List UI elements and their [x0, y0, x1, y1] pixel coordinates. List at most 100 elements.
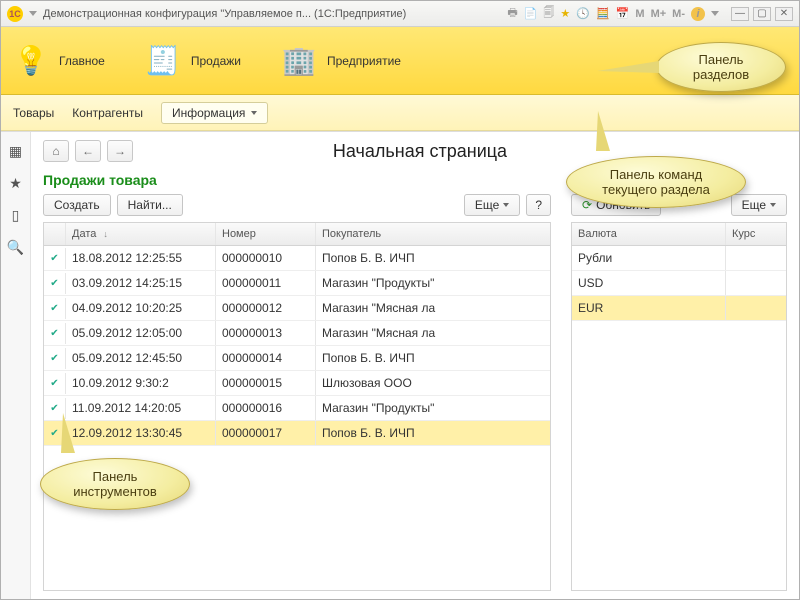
tool-icon[interactable]: 📄 [524, 7, 538, 20]
table-row[interactable]: USD [572, 271, 786, 296]
table-row[interactable]: ✔05.09.2012 12:05:00000000013Магазин "Мя… [44, 321, 550, 346]
desk-lamp-icon: 💡 [13, 43, 49, 79]
calc-icon[interactable]: 🧮 [596, 7, 610, 20]
m-plus-button[interactable]: M+ [651, 8, 667, 20]
grid-icon[interactable]: ▦ [7, 142, 25, 160]
cell-number: 000000017 [216, 421, 316, 445]
sales-panel: Продажи товара Создать Найти... Еще ? [43, 172, 551, 591]
command-info-label: Информация [172, 106, 245, 120]
row-status-icon: ✔ [44, 248, 66, 269]
tool-icon[interactable]: 🗐 [543, 4, 554, 23]
calendar-icon[interactable]: 📅 [616, 7, 630, 20]
tool-icon[interactable]: 🖶 [507, 4, 517, 23]
cell-date: 05.09.2012 12:05:00 [66, 321, 216, 345]
table-row[interactable]: ✔11.09.2012 14:20:05000000016Магазин "Пр… [44, 396, 550, 421]
clock-icon[interactable]: 🕓 [576, 7, 590, 20]
cell-rate [726, 278, 786, 288]
command-info-dropdown[interactable]: Информация [161, 102, 268, 124]
table-row[interactable]: ✔03.09.2012 14:25:15000000011Магазин "Пр… [44, 271, 550, 296]
cash-register-icon: 🧾 [145, 43, 181, 79]
minimize-button[interactable]: — [731, 7, 749, 21]
cell-buyer: Попов Б. В. ИЧП [316, 246, 550, 270]
create-button[interactable]: Создать [43, 194, 111, 216]
section-label: Главное [59, 54, 105, 68]
table-row[interactable]: ✔12.09.2012 13:30:45000000017Попов Б. В.… [44, 421, 550, 446]
sales-grid-header: Дата ↓ Номер Покупатель [44, 223, 550, 246]
help-button[interactable]: ? [526, 194, 551, 216]
section-label: Продажи [191, 54, 241, 68]
header-rate[interactable]: Курс [726, 223, 786, 245]
m-minus-button[interactable]: M- [672, 8, 685, 20]
cell-date: 03.09.2012 14:25:15 [66, 271, 216, 295]
header-currency[interactable]: Валюта [572, 223, 726, 245]
cell-number: 000000012 [216, 296, 316, 320]
find-button[interactable]: Найти... [117, 194, 183, 216]
m-button[interactable]: M [635, 8, 644, 20]
star-icon[interactable]: ★ [560, 7, 570, 20]
close-button[interactable]: ✕ [775, 7, 793, 21]
cell-buyer: Магазин "Мясная ла [316, 321, 550, 345]
table-row[interactable]: ✔05.09.2012 12:45:50000000014Попов Б. В.… [44, 346, 550, 371]
cell-date: 11.09.2012 14:20:05 [66, 396, 216, 420]
cell-buyer: Магазин "Мясная ла [316, 296, 550, 320]
section-main[interactable]: 💡 Главное [13, 43, 105, 79]
row-status-icon: ✔ [44, 373, 66, 394]
section-enterprise[interactable]: 🏢 Предприятие [281, 43, 401, 79]
app-window: 1C Демонстрационная конфигурация "Управл… [0, 0, 800, 600]
table-row[interactable]: ✔18.08.2012 12:25:55000000010Попов Б. В.… [44, 246, 550, 271]
header-buyer[interactable]: Покупатель [316, 223, 550, 245]
cell-date: 05.09.2012 12:45:50 [66, 346, 216, 370]
header-date[interactable]: Дата ↓ [66, 223, 216, 245]
table-row[interactable]: Рубли [572, 246, 786, 271]
section-panel: 💡 Главное 🧾 Продажи 🏢 Предприятие [1, 27, 799, 95]
table-row[interactable]: ✔10.09.2012 9:30:2000000015Шлюзовая ООО [44, 371, 550, 396]
cell-buyer: Шлюзовая ООО [316, 371, 550, 395]
columns: Продажи товара Создать Найти... Еще ? [43, 172, 787, 591]
refresh-button[interactable]: ⟳ Обновить [571, 194, 661, 216]
command-goods[interactable]: Товары [13, 106, 54, 120]
tool-sidebar: ▦ ★ ▯ 🔍 [1, 132, 31, 599]
maximize-button[interactable]: ▢ [753, 7, 771, 21]
table-row[interactable]: EUR [572, 296, 786, 321]
search-icon[interactable]: 🔍 [7, 238, 25, 256]
star-icon[interactable]: ★ [7, 174, 25, 192]
rates-grid-header: Валюта Курс [572, 223, 786, 246]
row-status-icon: ✔ [44, 323, 66, 344]
window-controls: — ▢ ✕ [731, 7, 793, 21]
titlebar: 1C Демонстрационная конфигурация "Управл… [1, 1, 799, 27]
home-button[interactable]: ⌂ [43, 140, 69, 162]
section-sales[interactable]: 🧾 Продажи [145, 43, 241, 79]
nav-row: ⌂ ← → Начальная страница [43, 140, 787, 162]
command-panel: Товары Контрагенты Информация [1, 95, 799, 131]
cell-number: 000000014 [216, 346, 316, 370]
row-status-icon: ✔ [44, 423, 66, 444]
sales-title: Продажи товара [43, 172, 551, 188]
refresh-icon: ⟳ [582, 198, 592, 212]
cell-number: 000000013 [216, 321, 316, 345]
command-partners[interactable]: Контрагенты [72, 106, 143, 120]
cell-date: 12.09.2012 13:30:45 [66, 421, 216, 445]
chevron-down-icon [503, 203, 509, 207]
row-status-icon: ✔ [44, 298, 66, 319]
rates-more-button[interactable]: Еще [731, 194, 787, 216]
content: ⌂ ← → Начальная страница Продажи товара … [31, 132, 799, 599]
bookmark-icon[interactable]: ▯ [7, 206, 25, 224]
rates-buttons: ⟳ Обновить Еще [571, 194, 787, 216]
forward-button[interactable]: → [107, 140, 133, 162]
sales-buttons: Создать Найти... Еще ? [43, 194, 551, 216]
window-title: Демонстрационная конфигурация "Управляем… [43, 8, 501, 20]
app-menu-dropdown-icon[interactable] [29, 11, 37, 16]
more-button[interactable]: Еще [464, 194, 520, 216]
header-icon-col[interactable] [44, 223, 66, 245]
back-button[interactable]: ← [75, 140, 101, 162]
cell-buyer: Попов Б. В. ИЧП [316, 346, 550, 370]
section-label: Предприятие [327, 54, 401, 68]
info-icon[interactable]: i [691, 7, 705, 21]
rates-grid: Валюта Курс РублиUSDEUR [571, 222, 787, 591]
table-row[interactable]: ✔04.09.2012 10:20:25000000012Магазин "Мя… [44, 296, 550, 321]
cell-buyer: Магазин "Продукты" [316, 271, 550, 295]
sort-asc-icon: ↓ [103, 229, 108, 239]
header-number[interactable]: Номер [216, 223, 316, 245]
info-dropdown-icon[interactable] [711, 11, 719, 16]
cell-date: 04.09.2012 10:20:25 [66, 296, 216, 320]
